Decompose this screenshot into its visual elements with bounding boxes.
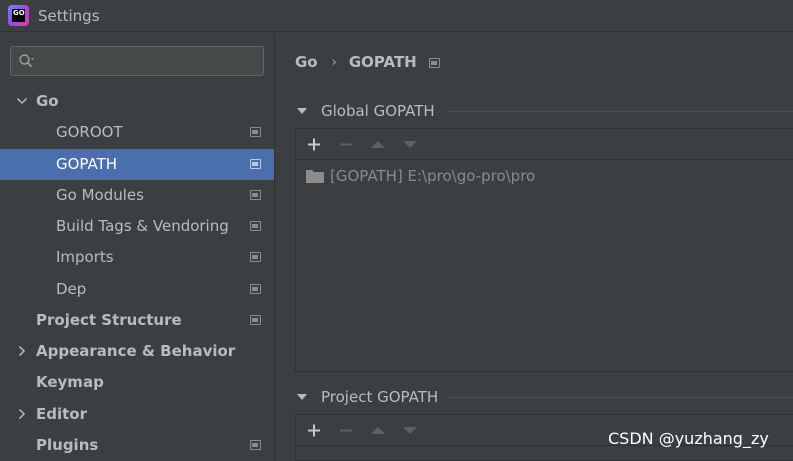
settings-content: Go › GOPATH Global GOPATH [GOPATH] E:\pr… xyxy=(275,33,793,461)
sidebar-item-label: Keymap xyxy=(36,373,104,391)
sidebar-item-label: Go xyxy=(36,92,59,110)
project-level-icon xyxy=(250,190,261,200)
breadcrumb-separator: › xyxy=(331,54,337,70)
project-level-icon xyxy=(250,221,261,231)
search-input[interactable] xyxy=(10,46,264,76)
project-level-icon xyxy=(250,284,261,294)
settings-sidebar: Go GOROOT GOPATH Go Modules Build Tags &… xyxy=(0,33,274,461)
watermark: CSDN @yuzhang_zy xyxy=(608,429,769,448)
breadcrumb-current: GOPATH xyxy=(348,53,417,71)
goland-logo-icon: GO xyxy=(8,5,29,26)
sidebar-item-goroot[interactable]: GOROOT xyxy=(0,117,274,148)
section-title: Global GOPATH xyxy=(321,102,435,120)
title-bar: GO Settings xyxy=(0,0,793,32)
project-level-icon xyxy=(250,315,261,325)
sidebar-item-label: Editor xyxy=(36,405,87,423)
sidebar-item-appearance-behavior[interactable]: Appearance & Behavior xyxy=(0,336,274,367)
window-title: Settings xyxy=(38,7,100,25)
global-gopath-header[interactable]: Global GOPATH xyxy=(297,101,435,121)
project-level-icon xyxy=(429,58,440,68)
section-title: Project GOPATH xyxy=(321,388,439,406)
sidebar-item-project-structure[interactable]: Project Structure xyxy=(0,305,274,336)
project-level-icon xyxy=(250,127,261,137)
project-level-icon xyxy=(250,440,261,450)
logo-text: GO xyxy=(12,9,25,22)
triangle-down-icon xyxy=(297,108,307,114)
gopath-entry: [GOPATH] E:\pro\go-pro\pro xyxy=(330,167,536,185)
global-gopath-toolbar xyxy=(296,129,793,160)
sidebar-item-label: GOPATH xyxy=(56,155,118,173)
sidebar-item-go-modules[interactable]: Go Modules xyxy=(0,180,274,211)
project-gopath-header[interactable]: Project GOPATH xyxy=(297,387,438,407)
sidebar-item-dep[interactable]: Dep xyxy=(0,274,274,305)
list-item[interactable]: [GOPATH] E:\pro\go-pro\pro xyxy=(306,166,535,186)
breadcrumb: Go › GOPATH xyxy=(295,51,417,73)
chevron-right-icon xyxy=(18,408,26,420)
sidebar-item-gopath[interactable]: GOPATH xyxy=(0,149,274,180)
sidebar-item-editor[interactable]: Editor xyxy=(0,399,274,430)
search-icon xyxy=(19,54,34,68)
folder-icon xyxy=(306,170,324,183)
move-up-icon[interactable] xyxy=(366,415,390,446)
sidebar-item-build-tags[interactable]: Build Tags & Vendoring xyxy=(0,211,274,242)
global-gopath-panel: [GOPATH] E:\pro\go-pro\pro xyxy=(295,128,793,372)
add-icon[interactable] xyxy=(302,129,326,160)
project-level-icon xyxy=(250,252,261,262)
remove-icon[interactable] xyxy=(334,129,358,160)
chevron-right-icon xyxy=(18,345,26,357)
sidebar-item-label: Go Modules xyxy=(56,186,144,204)
section-separator xyxy=(447,397,793,398)
sidebar-item-label: Plugins xyxy=(36,436,99,454)
sidebar-item-label: Project Structure xyxy=(36,311,182,329)
global-gopath-list[interactable]: [GOPATH] E:\pro\go-pro\pro xyxy=(296,160,793,371)
project-gopath-list[interactable] xyxy=(296,446,793,460)
breadcrumb-parent[interactable]: Go xyxy=(295,53,318,71)
project-level-icon xyxy=(250,159,261,169)
section-separator xyxy=(447,111,793,112)
sidebar-item-label: Dep xyxy=(56,280,87,298)
remove-icon[interactable] xyxy=(334,415,358,446)
move-up-icon[interactable] xyxy=(366,129,390,160)
add-icon[interactable] xyxy=(302,415,326,446)
sidebar-item-imports[interactable]: Imports xyxy=(0,242,274,273)
sidebar-item-plugins[interactable]: Plugins xyxy=(0,430,274,461)
chevron-down-icon xyxy=(16,97,28,105)
sidebar-item-label: Imports xyxy=(56,248,114,266)
sidebar-item-keymap[interactable]: Keymap xyxy=(0,367,274,398)
sidebar-item-label: Build Tags & Vendoring xyxy=(56,217,229,235)
sidebar-item-go[interactable]: Go xyxy=(0,86,274,117)
move-down-icon[interactable] xyxy=(398,129,422,160)
sidebar-item-label: Appearance & Behavior xyxy=(36,342,236,360)
triangle-down-icon xyxy=(297,394,307,400)
move-down-icon[interactable] xyxy=(398,415,422,446)
sidebar-item-label: GOROOT xyxy=(56,123,123,141)
